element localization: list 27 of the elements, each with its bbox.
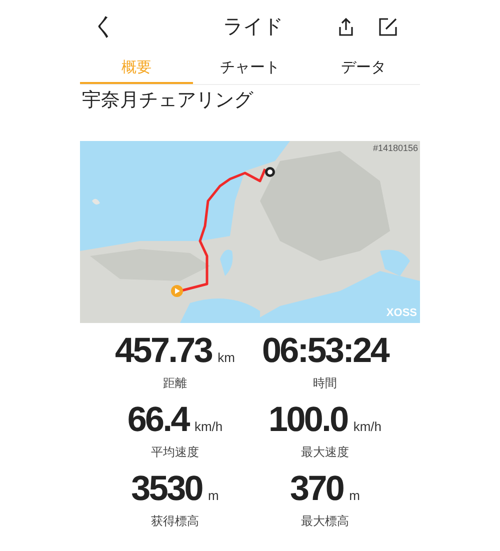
activity-title: 宇奈月チェアリング [81, 88, 254, 113]
stat-unit: km/h [194, 418, 223, 436]
stat-unit: m [208, 486, 219, 504]
stat-label: 時間 [313, 374, 337, 392]
stat-label: 最大標高 [301, 512, 349, 530]
stat-value: 06:53:24 [262, 330, 388, 370]
stat-label: 获得標高 [151, 512, 199, 530]
stat-label: 距離 [163, 374, 187, 392]
back-button[interactable]: く [80, 9, 120, 45]
edit-icon[interactable] [378, 17, 398, 37]
brand-watermark: XOSS [386, 306, 417, 321]
stat-value: 100.0 [268, 400, 348, 440]
stat-unit: m [349, 486, 360, 504]
stat-value: 66.4 [127, 400, 188, 440]
stat-value: 370 [290, 468, 344, 508]
screen-title: ライド [222, 15, 284, 40]
tab[interactable]: データ [306, 54, 420, 84]
stat-label: 最大速度 [301, 444, 349, 460]
stat-unit: km/h [353, 418, 382, 436]
share-icon[interactable] [336, 17, 356, 37]
map-id: #14180156 [372, 142, 418, 154]
stat-value: 457.73 [115, 330, 212, 370]
stat-unit: km [218, 348, 235, 366]
stat-label: 平均速度 [151, 444, 199, 460]
stat-value: 3530 [131, 468, 202, 508]
route-map[interactable]: #14180156 XOSS [80, 140, 420, 322]
tab[interactable]: チャート [193, 54, 307, 84]
